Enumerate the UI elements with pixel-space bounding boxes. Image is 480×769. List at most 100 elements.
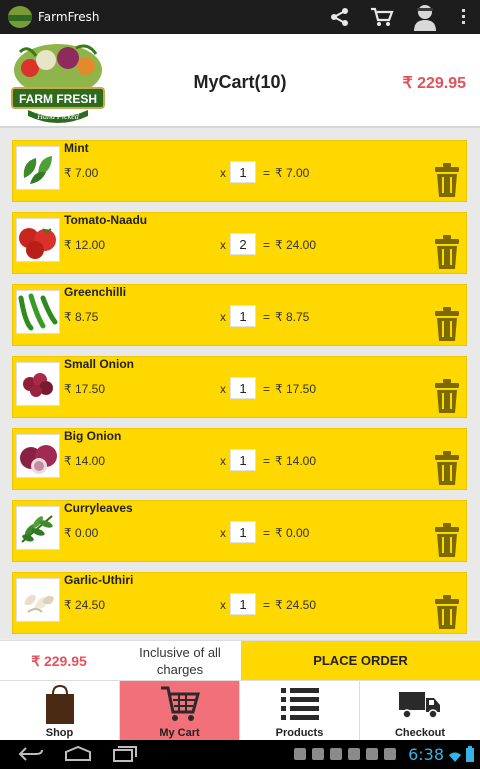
- delivery-truck-icon: [360, 684, 480, 724]
- tab-checkout[interactable]: Checkout: [360, 681, 480, 741]
- back-icon[interactable]: [18, 746, 44, 766]
- app-logo-icon[interactable]: [8, 6, 32, 28]
- item-price: ₹ 8.75: [64, 310, 99, 324]
- item-name: Mint: [64, 141, 89, 155]
- item-subtotal: ₹ 14.00: [275, 454, 316, 468]
- recent-apps-icon[interactable]: [112, 746, 138, 766]
- cart-total: ₹ 229.95: [402, 75, 466, 92]
- equals-sign: =: [263, 238, 271, 252]
- quantity-field[interactable]: 1: [230, 593, 256, 615]
- item-subtotal: ₹ 8.75: [275, 310, 310, 324]
- multiply-sign: x: [220, 310, 226, 324]
- item-name: Tomato-Naadu: [64, 213, 148, 227]
- item-name: Greenchilli: [64, 285, 127, 299]
- trash-icon[interactable]: [434, 163, 460, 197]
- item-price: ₹ 17.50: [64, 382, 105, 396]
- quantity-field[interactable]: 1: [230, 305, 256, 327]
- cart-item[interactable]: Small Onion ₹ 17.50 x 1 = ₹ 17.50: [12, 356, 467, 418]
- shop-notification-icon: [348, 748, 360, 760]
- cart-item[interactable]: Big Onion ₹ 14.00 x 1 = ₹ 14.00: [12, 428, 467, 490]
- gallery-notification-icon: [294, 748, 306, 760]
- multiply-sign: x: [220, 382, 226, 396]
- brand-line1: FARM FRESH: [19, 92, 97, 106]
- cart-item[interactable]: Garlic-Uthiri ₹ 24.50 x 1 = ₹ 24.50: [12, 572, 467, 634]
- cart-icon[interactable]: [362, 6, 402, 28]
- item-subtotal: ₹ 0.00: [275, 526, 310, 540]
- trash-icon[interactable]: [434, 451, 460, 485]
- tab-label: Checkout: [394, 727, 446, 739]
- app-title: FarmFresh: [38, 10, 100, 24]
- check-notification-icon: [384, 748, 396, 760]
- tab-my-cart[interactable]: My Cart: [120, 681, 240, 741]
- account-icon[interactable]: [402, 3, 448, 31]
- item-subtotal: ₹ 24.00: [275, 238, 316, 252]
- cart-item[interactable]: Curryleaves ₹ 0.00 x 1 = ₹ 0.00: [12, 500, 467, 562]
- shopping-bag-icon: [0, 684, 119, 724]
- shop-notification-icon: [312, 748, 324, 760]
- cart-item[interactable]: Tomato-Naadu ₹ 12.00 x 2 = ₹ 24.00: [12, 212, 467, 274]
- home-icon[interactable]: [64, 745, 92, 766]
- quantity-field[interactable]: 1: [230, 521, 256, 543]
- item-name: Curryleaves: [64, 501, 133, 515]
- list-icon: [240, 684, 359, 724]
- notification-icons: [294, 748, 396, 760]
- equals-sign: =: [263, 310, 271, 324]
- multiply-sign: x: [220, 454, 226, 468]
- order-summary-bar: ₹ 229.95 Inclusive of all charges PLACE …: [0, 640, 480, 681]
- page-title: MyCart(10): [193, 72, 287, 92]
- quantity-field[interactable]: 1: [230, 449, 256, 471]
- item-price: ₹ 0.00: [64, 526, 99, 540]
- trash-icon[interactable]: [434, 235, 460, 269]
- tab-label: My Cart: [159, 727, 200, 739]
- trash-icon[interactable]: [434, 307, 460, 341]
- equals-sign: =: [263, 598, 271, 612]
- tab-shop[interactable]: Shop: [0, 681, 120, 741]
- item-price: ₹ 24.50: [64, 598, 105, 612]
- quantity-field[interactable]: 1: [230, 377, 256, 399]
- action-bar: FarmFresh: [0, 0, 480, 34]
- item-name: Small Onion: [64, 357, 135, 371]
- summary-total: ₹ 229.95: [31, 653, 87, 669]
- item-subtotal: ₹ 24.50: [275, 598, 316, 612]
- share-icon[interactable]: [318, 6, 362, 28]
- garlic-icon: [16, 578, 60, 622]
- tab-label: Products: [275, 727, 324, 739]
- trash-icon[interactable]: [434, 379, 460, 413]
- item-name: Garlic-Uthiri: [64, 573, 134, 587]
- mint-leaves-icon: [16, 146, 60, 190]
- system-nav-bar: 6:38: [0, 740, 480, 769]
- equals-sign: =: [263, 382, 271, 396]
- equals-sign: =: [263, 166, 271, 180]
- trash-icon[interactable]: [434, 523, 460, 557]
- charges-note: Inclusive of all charges: [139, 645, 221, 677]
- item-price: ₹ 7.00: [64, 166, 99, 180]
- wifi-icon: [448, 748, 462, 767]
- cart-icon: [120, 684, 239, 724]
- bottom-tab-bar: Shop My Cart Products Checkout: [0, 680, 480, 741]
- multiply-sign: x: [220, 598, 226, 612]
- multiply-sign: x: [220, 166, 226, 180]
- item-name: Big Onion: [64, 429, 122, 443]
- cart-header: FARM FRESH Hand Picked MyCart(10) ₹ 229.…: [0, 34, 480, 128]
- cart-item-list[interactable]: Mint ₹ 7.00 x 1 = ₹ 7.00 Tomato-Naadu ₹ …: [0, 128, 480, 638]
- item-price: ₹ 12.00: [64, 238, 105, 252]
- tab-products[interactable]: Products: [240, 681, 360, 741]
- item-subtotal: ₹ 7.00: [275, 166, 310, 180]
- place-order-button[interactable]: PLACE ORDER: [241, 641, 480, 681]
- item-subtotal: ₹ 17.50: [275, 382, 316, 396]
- multiply-sign: x: [220, 238, 226, 252]
- shop-notification-icon: [330, 748, 342, 760]
- quantity-field[interactable]: 1: [230, 161, 256, 183]
- overflow-menu-icon[interactable]: [448, 8, 480, 26]
- cart-item[interactable]: Greenchilli ₹ 8.75 x 1 = ₹ 8.75: [12, 284, 467, 346]
- green-chillies-icon: [16, 290, 60, 334]
- clock: 6:38: [408, 745, 444, 764]
- quantity-field[interactable]: 2: [230, 233, 256, 255]
- small-onions-icon: [16, 362, 60, 406]
- tab-label: Shop: [45, 727, 74, 739]
- trash-icon[interactable]: [434, 595, 460, 629]
- tomatoes-icon: [16, 218, 60, 262]
- cart-item[interactable]: Mint ₹ 7.00 x 1 = ₹ 7.00: [12, 140, 467, 202]
- equals-sign: =: [263, 526, 271, 540]
- farm-fresh-logo: FARM FRESH Hand Picked: [10, 42, 106, 124]
